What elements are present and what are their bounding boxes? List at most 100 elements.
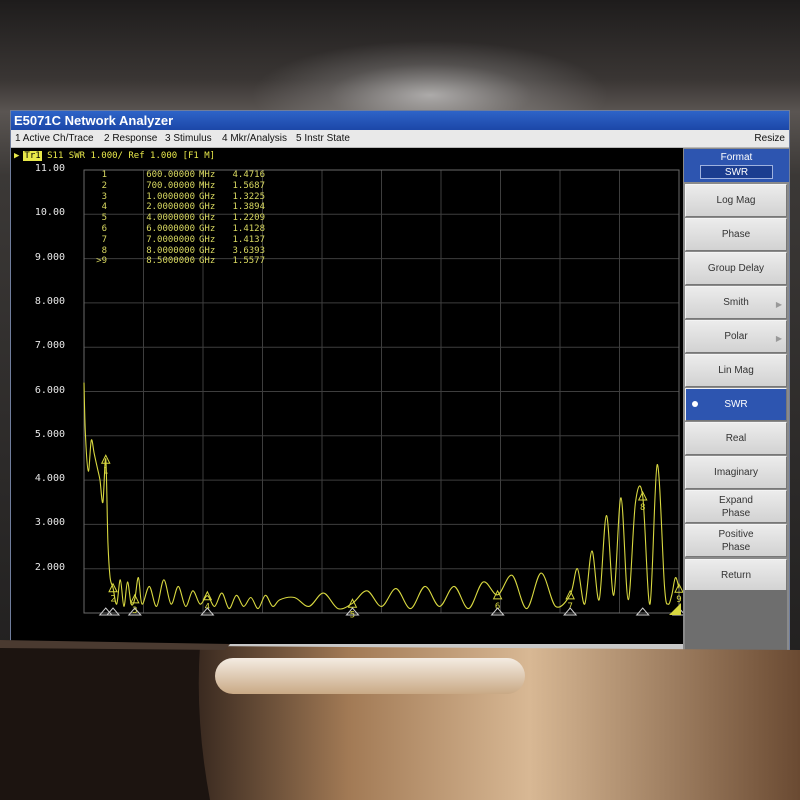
- chart-area[interactable]: 123456789 ▶ Tr1 S11 SWR 1.000/ Ref 1.000 …: [11, 148, 683, 644]
- marker-id: 6: [101, 223, 107, 234]
- stop-indicator[interactable]: Stop: [583, 675, 612, 691]
- menu-stimulus[interactable]: 3 Stimulus: [165, 130, 212, 148]
- y-tick-label: 7.000: [34, 340, 65, 352]
- softkey-smith[interactable]: Smith ▶: [685, 286, 787, 319]
- marker-id: 1: [101, 170, 107, 180]
- marker-table: 1 600.00000 MHz 4.4716 2 700.00000 MHz 1.5687 3 1…: [89, 170, 265, 267]
- marker-value: 1.5577: [232, 256, 265, 267]
- marker-value: 4.4716: [232, 170, 265, 180]
- correction-badge: Cor: [663, 659, 682, 672]
- marker-label: 1: [103, 466, 108, 476]
- softkey-swr[interactable]: SWR: [685, 388, 787, 421]
- softkey-imaginary[interactable]: Imaginary: [685, 456, 787, 489]
- svc-indicator[interactable]: Svc: [656, 675, 681, 691]
- y-tick-label: 10.00: [34, 207, 65, 219]
- meas-indicator[interactable]: Meas: [547, 675, 581, 691]
- marker-freq: 700.00000: [146, 180, 195, 191]
- marker-unit: GHz: [199, 223, 216, 234]
- marker-row[interactable]: 5 4.0000000 GHz 1.2209: [89, 213, 265, 224]
- softkey-label: Polar: [724, 331, 748, 342]
- softkey-panel: Format SWR Log Mag Phase Group Delay Smith ▶…: [683, 148, 789, 673]
- softkey-label: Positive Phase: [718, 528, 754, 553]
- menu-response[interactable]: 2 Response: [104, 130, 157, 148]
- softkey-real[interactable]: Real: [685, 422, 787, 455]
- marker-value: 1.2209: [232, 213, 265, 224]
- instrument-status-bar: Meas Stop ExtRef Svc 2006-04-24 04:58: [11, 673, 789, 691]
- marker-freq: 7.0000000: [146, 234, 195, 245]
- softkey-label: Lin Mag: [718, 365, 754, 376]
- marker-id: >9: [96, 256, 107, 267]
- marker-unit: GHz: [199, 213, 216, 224]
- marker-row[interactable]: 8 8.0000000 GHz 3.6393: [89, 246, 265, 257]
- marker-row[interactable]: 4 2.0000000 GHz 1.3894: [89, 202, 265, 213]
- marker-freq: 4.0000000: [146, 213, 195, 224]
- softkey-label: Log Mag: [716, 195, 756, 206]
- port-extension-badge: PExt: [640, 659, 664, 672]
- menu-bar: 1 Active Ch/Trace 2 Response 3 Stimulus …: [11, 130, 789, 148]
- marker-unit: GHz: [199, 202, 216, 213]
- marker-unit: MHz: [199, 180, 216, 191]
- marker-unit: GHz: [199, 245, 216, 256]
- softkey-title: Format SWR: [684, 149, 789, 182]
- menu-active-ch-trace[interactable]: 1 Active Ch/Trace: [15, 130, 94, 148]
- marker-freq: 2.0000000: [146, 202, 195, 213]
- softkey-phase[interactable]: Phase: [685, 218, 787, 251]
- softkey-group-delay[interactable]: Group Delay: [685, 252, 787, 285]
- softkey-polar[interactable]: Polar ▶: [685, 320, 787, 353]
- marker-freq: 8.0000000: [146, 245, 195, 256]
- menu-instr-state[interactable]: 5 Instr State: [296, 130, 350, 148]
- softkey-label: Expand Phase: [719, 494, 753, 519]
- marker-unit: GHz: [199, 256, 216, 267]
- softkey-label: SWR: [724, 399, 748, 410]
- marker-freq: 6.0000000: [146, 223, 195, 234]
- extref-indicator[interactable]: ExtRef: [614, 675, 655, 691]
- marker-value: 1.3225: [232, 191, 265, 202]
- marker-value: 1.4128: [232, 223, 265, 234]
- y-tick-label: 9.000: [34, 251, 65, 263]
- y-tick-label: 8.000: [34, 295, 65, 307]
- stop-frequency[interactable]: Stop 8.5 GHz: [571, 658, 631, 673]
- marker-value: 1.5687: [232, 180, 265, 191]
- y-tick-label: 4.000: [34, 473, 65, 485]
- submenu-arrow-icon: ▶: [775, 334, 782, 343]
- marker-unit: GHz: [199, 234, 216, 245]
- marker-value: 3.6393: [232, 245, 265, 256]
- menu-mkr-analysis[interactable]: 4 Mkr/Analysis: [222, 130, 287, 148]
- softkey-label: Group Delay: [707, 263, 765, 274]
- marker-row[interactable]: 2 700.00000 MHz 1.5687: [89, 181, 265, 192]
- softkey-log-mag[interactable]: Log Mag: [685, 184, 787, 217]
- softkey-menu-name: Format: [720, 152, 753, 163]
- softkey-label: Smith: [723, 297, 749, 308]
- window-title: E5071C Network Analyzer: [11, 111, 789, 130]
- softkey-expand-phase[interactable]: Expand Phase: [685, 490, 787, 523]
- marker-label: 8: [640, 503, 645, 513]
- date-time: 2006-04-24 04:58: [683, 675, 789, 691]
- y-tick-label: 5.000: [34, 428, 65, 440]
- softkey-positive-phase[interactable]: Positive Phase: [685, 524, 787, 557]
- marker-row[interactable]: 1 600.00000 MHz 4.4716: [89, 170, 265, 181]
- marker-id: 3: [101, 191, 107, 202]
- y-axis-labels: 11.00 10.00 9.000 8.000 7.000 6.000 5.000 4.000…: [11, 148, 71, 644]
- y-tick-label: 2.000: [34, 561, 65, 573]
- marker-freq: 8.5000000: [146, 256, 195, 267]
- softkey-lin-mag[interactable]: Lin Mag: [685, 354, 787, 387]
- softkey-label: Return: [720, 570, 751, 581]
- marker-row[interactable]: 6 6.0000000 GHz 1.4128: [89, 224, 265, 235]
- y-tick-label: 3.000: [34, 517, 65, 529]
- y-tick-label: 6.000: [34, 384, 65, 396]
- analyzer-screen: E5071C Network Analyzer 1 Active Ch/Trac…: [10, 110, 790, 692]
- trace-settings: S11 SWR 1.000/ Ref 1.000 [F1 M]: [47, 151, 216, 161]
- marker-id: 2: [101, 180, 107, 191]
- submenu-arrow-icon: ▶: [775, 300, 782, 309]
- softkey-return[interactable]: Return: [685, 559, 787, 592]
- resize-button[interactable]: Resize: [754, 130, 785, 148]
- marker-id: 7: [101, 234, 107, 245]
- selected-dot-icon: [692, 401, 698, 407]
- stop-corner-marker: [669, 603, 681, 615]
- softkey-label: Phase: [721, 229, 751, 240]
- marker-row[interactable]: >9 8.5000000 GHz 1.5577: [89, 256, 265, 267]
- marker-row[interactable]: 7 7.0000000 GHz 1.4137: [89, 235, 265, 246]
- marker-row[interactable]: 3 1.0000000 GHz 1.3225: [89, 192, 265, 203]
- softkey-label: Real: [725, 433, 747, 444]
- marker-unit: MHz: [199, 170, 216, 180]
